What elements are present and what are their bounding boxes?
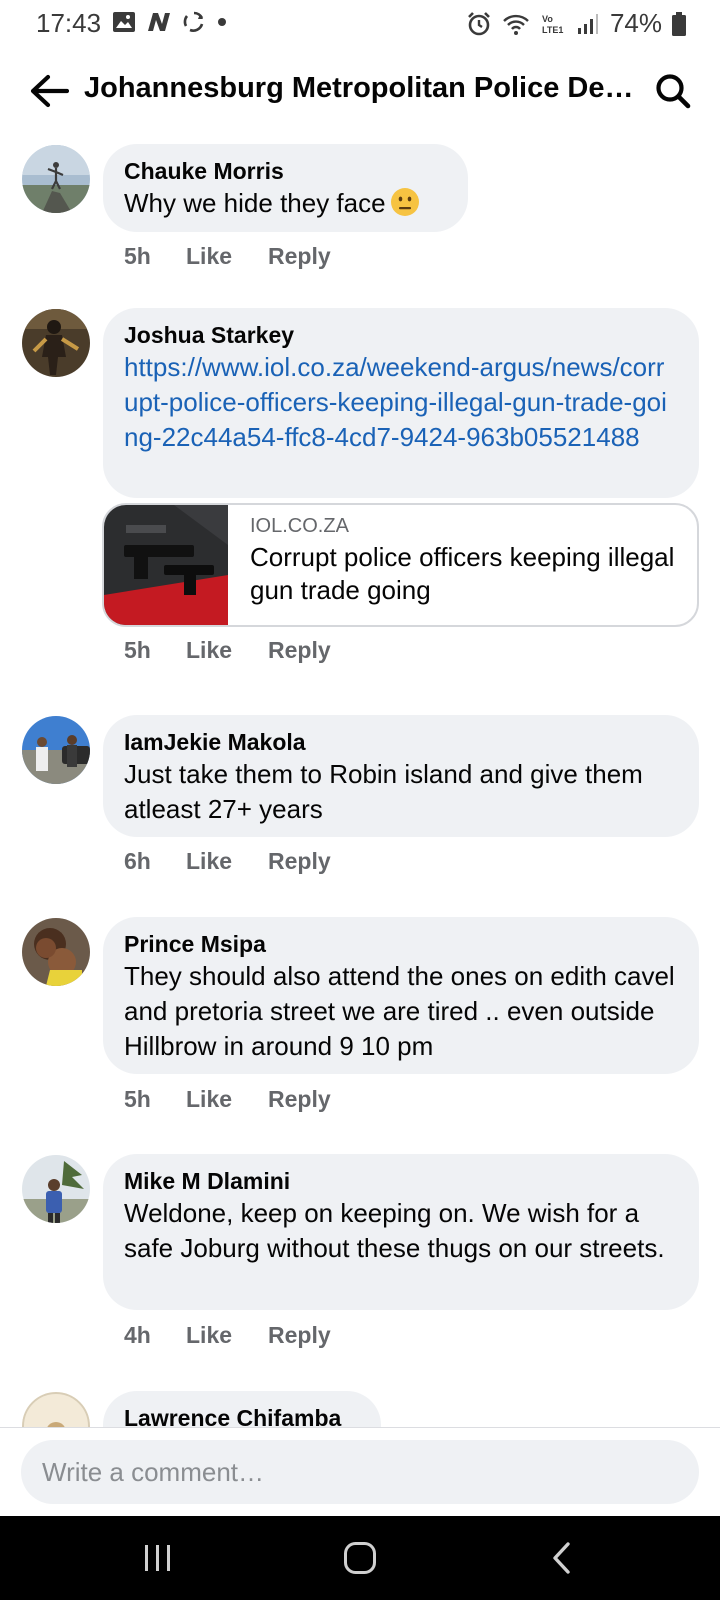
page-title: Johannesburg Metropolitan Police Dep... [84, 72, 636, 104]
reply-button[interactable]: Reply [268, 1322, 331, 1349]
reply-button[interactable]: Reply [268, 848, 331, 875]
status-system-icons: Vo LTE1 74% [466, 8, 686, 39]
arrow-left-icon [30, 74, 69, 108]
home-icon [344, 1542, 376, 1574]
comment-item: Mike M Dlamini Weldone, keep on keeping … [0, 1154, 720, 1364]
comment-item: Prince Msipa They should also attend the… [0, 917, 720, 1127]
recent-apps-button[interactable] [130, 1536, 186, 1580]
status-bar: 17:43 Vo LTE1 74% [0, 0, 720, 46]
comment-time[interactable]: 5h [124, 243, 186, 270]
comment-text: Why we hide they face [124, 186, 447, 221]
comment-actions: 5h Like Reply [124, 637, 331, 664]
wifi-icon [503, 14, 529, 35]
comment-time[interactable]: 6h [124, 848, 186, 875]
comment-time[interactable]: 4h [124, 1322, 186, 1349]
reply-button[interactable]: Reply [268, 637, 331, 664]
comment-time[interactable]: 5h [124, 637, 186, 664]
neutral-face-emoji-icon [390, 188, 419, 216]
comment-author[interactable]: IamJekie Makola [124, 727, 678, 757]
avatar[interactable] [22, 716, 90, 784]
comment-composer [21, 1440, 699, 1504]
recent-apps-icon [145, 1545, 170, 1571]
comment-author[interactable]: Mike M Dlamini [124, 1166, 678, 1196]
comments-list[interactable]: Chauke Morris Why we hide they face 5h L… [0, 130, 720, 1427]
status-notification-icons [112, 10, 228, 34]
comment-text: They should also attend the ones on edit… [124, 961, 675, 1061]
like-button[interactable]: Like [186, 637, 268, 664]
comment-author[interactable]: Joshua Starkey [124, 320, 678, 350]
search-icon [656, 74, 691, 109]
back-nav-button[interactable] [534, 1536, 590, 1580]
comment-author[interactable]: Chauke Morris [124, 156, 447, 186]
comment-bubble[interactable]: Prince Msipa They should also attend the… [103, 917, 699, 1074]
like-button[interactable]: Like [186, 848, 268, 875]
reply-button[interactable]: Reply [268, 1086, 331, 1113]
signal-icon [577, 13, 598, 34]
n-app-icon [148, 13, 170, 31]
comment-bubble[interactable]: IamJekie Makola Just take them to Robin … [103, 715, 699, 837]
search-button[interactable] [650, 68, 696, 114]
comment-text: Weldone, keep on keeping on. We wish for… [124, 1198, 665, 1263]
svg-text:Vo: Vo [542, 14, 553, 24]
comment-bubble[interactable]: Mike M Dlamini Weldone, keep on keeping … [103, 1154, 699, 1310]
like-button[interactable]: Like [186, 243, 268, 270]
page-header: Johannesburg Metropolitan Police Dep... [0, 56, 720, 126]
comment-item: Lawrence Chifamba [0, 1391, 720, 1427]
comment-author[interactable]: Lawrence Chifamba [124, 1403, 360, 1427]
like-button[interactable]: Like [186, 1086, 268, 1113]
comment-bubble[interactable]: Joshua Starkey https://www.iol.co.za/wee… [103, 308, 699, 498]
avatar[interactable] [22, 145, 90, 213]
volte-icon: VoLTE1 [542, 14, 563, 35]
svg-text:LTE1: LTE1 [542, 25, 563, 35]
comment-item: Chauke Morris Why we hide they face 5h L… [0, 144, 720, 274]
comment-link[interactable]: https://www.iol.co.za/weekend-argus/news… [124, 350, 678, 455]
comment-text: Just take them to Robin island and give … [124, 759, 643, 824]
comment-actions: 5h Like Reply [124, 243, 331, 270]
reply-button[interactable]: Reply [268, 243, 331, 270]
comment-bubble[interactable]: Lawrence Chifamba [103, 1391, 381, 1427]
like-button[interactable]: Like [186, 1322, 268, 1349]
link-preview-title: Corrupt police officers keeping illegal … [250, 542, 675, 605]
back-icon [553, 1542, 570, 1574]
link-preview-card[interactable]: IOL.CO.ZA Corrupt police officers keepin… [102, 503, 699, 627]
comment-actions: 6h Like Reply [124, 848, 331, 875]
sync-icon [183, 11, 204, 32]
battery-percent: 74% [609, 8, 662, 38]
status-time: 17:43 [36, 8, 102, 38]
comment-bubble[interactable]: Chauke Morris Why we hide they face [103, 144, 468, 232]
avatar[interactable] [22, 309, 90, 377]
avatar[interactable] [22, 1155, 90, 1223]
comment-item: IamJekie Makola Just take them to Robin … [0, 715, 720, 885]
comment-item: Joshua Starkey https://www.iol.co.za/wee… [0, 308, 720, 678]
alarm-icon [468, 11, 490, 35]
comment-actions: 5h Like Reply [124, 1086, 331, 1113]
comment-author[interactable]: Prince Msipa [124, 929, 678, 959]
avatar[interactable] [22, 918, 90, 986]
home-button[interactable] [332, 1536, 388, 1580]
avatar[interactable] [22, 1392, 90, 1427]
link-preview-thumbnail [104, 505, 228, 625]
comment-time[interactable]: 5h [124, 1086, 186, 1113]
system-nav-bar [0, 1516, 720, 1600]
comment-actions: 4h Like Reply [124, 1322, 331, 1349]
dot-icon [218, 18, 226, 26]
composer-divider [0, 1427, 720, 1428]
image-icon [113, 12, 135, 32]
back-button[interactable] [26, 68, 72, 114]
battery-icon [672, 11, 686, 36]
link-preview-domain: IOL.CO.ZA [250, 515, 349, 537]
comment-input[interactable] [21, 1440, 699, 1504]
